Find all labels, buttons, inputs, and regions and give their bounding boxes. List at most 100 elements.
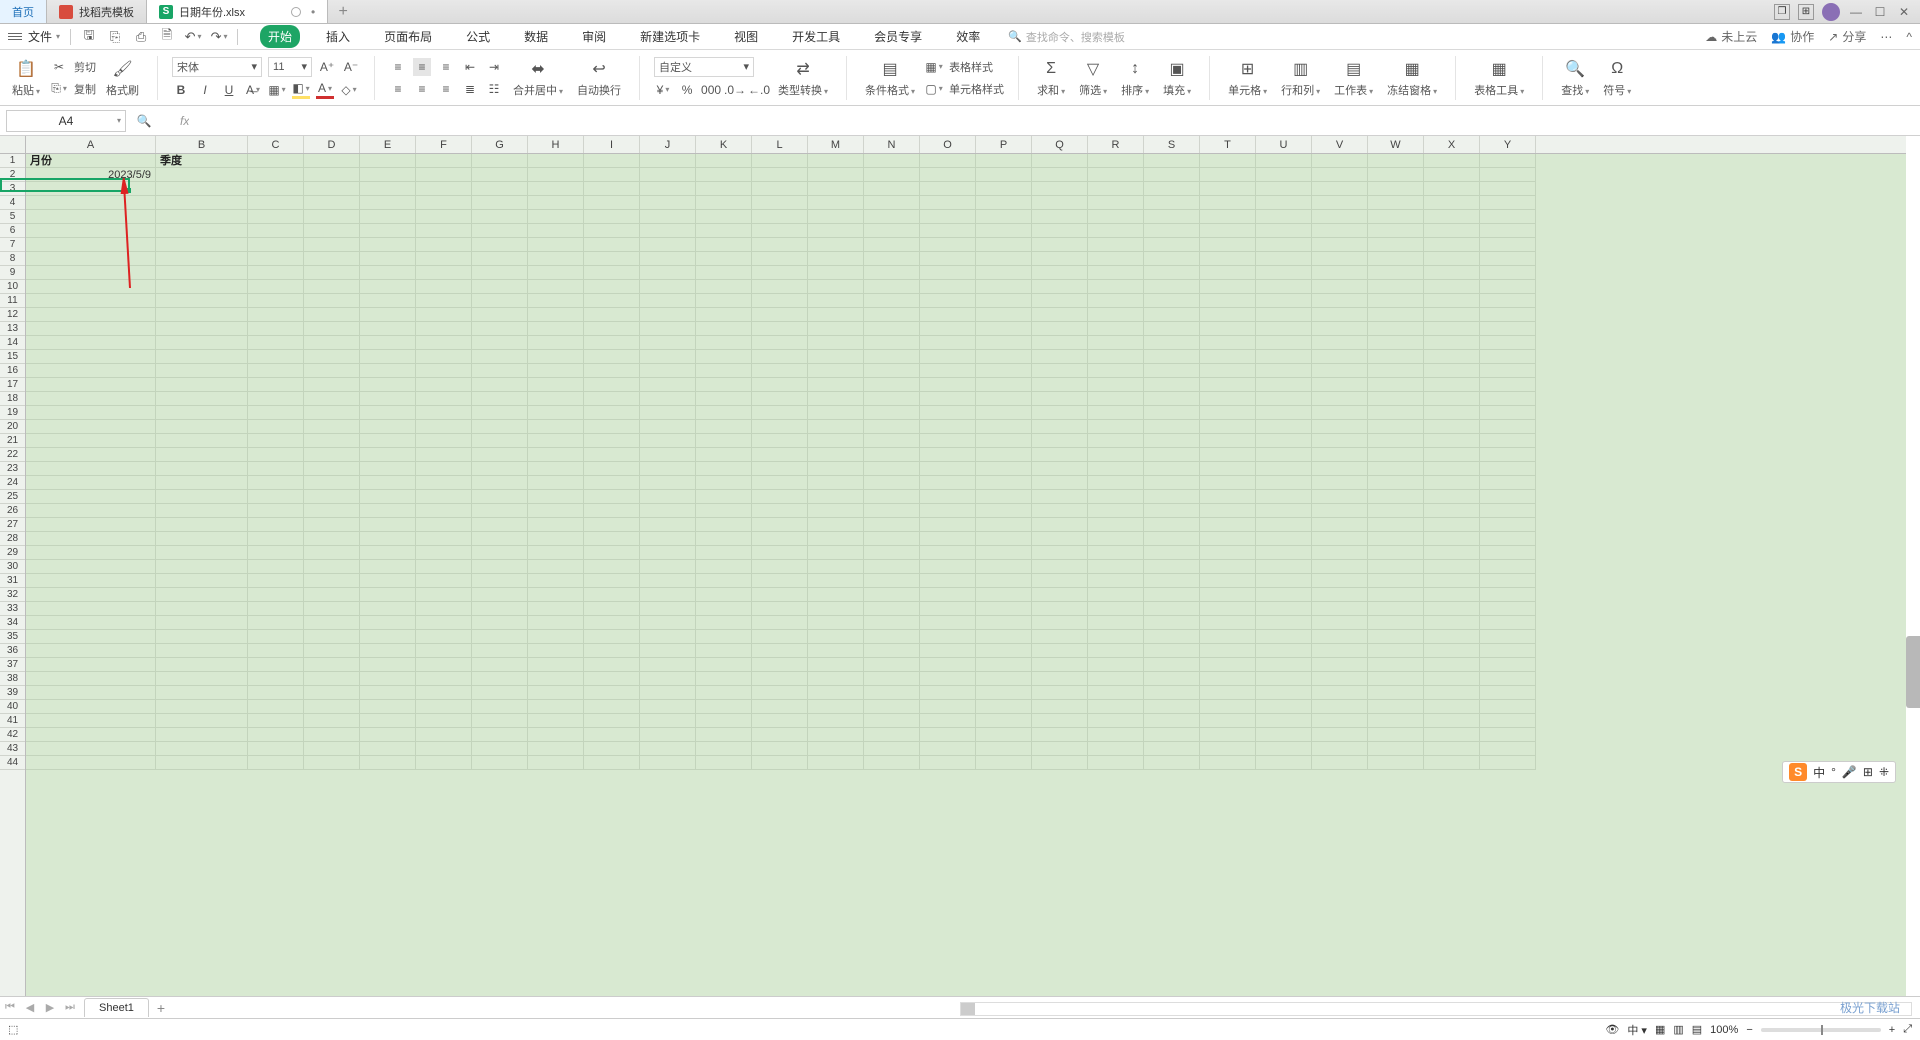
cell-S14[interactable] [1144,336,1200,350]
ribbon-tab-data[interactable]: 数据 [516,25,556,48]
number-format-select[interactable]: 自定义▾ [654,57,754,77]
redo-icon[interactable]: ↷ [211,29,227,45]
cell-J42[interactable] [640,728,696,742]
cell-I39[interactable] [584,686,640,700]
cell-L15[interactable] [752,350,808,364]
cell-W36[interactable] [1368,644,1424,658]
ime-apps-icon[interactable]: ⁜ [1879,765,1889,779]
cell-Y36[interactable] [1480,644,1536,658]
cell-A36[interactable] [26,644,156,658]
cell-R20[interactable] [1088,420,1144,434]
cell-K31[interactable] [696,574,752,588]
cell-L38[interactable] [752,672,808,686]
cell-style-button[interactable]: ▢单元格样式 [925,80,1004,98]
cell-V3[interactable] [1312,182,1368,196]
cell-E19[interactable] [360,406,416,420]
cell-B3[interactable] [156,182,248,196]
row-header-22[interactable]: 22 [0,448,25,462]
cell-N14[interactable] [864,336,920,350]
cell-K33[interactable] [696,602,752,616]
cell-S12[interactable] [1144,308,1200,322]
cn-icon[interactable]: 中 ▾ [1627,1022,1647,1038]
cell-E29[interactable] [360,546,416,560]
row-header-40[interactable]: 40 [0,700,25,714]
cell-M28[interactable] [808,532,864,546]
cell-H30[interactable] [528,560,584,574]
cell-E15[interactable] [360,350,416,364]
cell-I38[interactable] [584,672,640,686]
cell-C21[interactable] [248,434,304,448]
cell-V38[interactable] [1312,672,1368,686]
cell-G39[interactable] [472,686,528,700]
cell-E33[interactable] [360,602,416,616]
cell-I20[interactable] [584,420,640,434]
cell-G17[interactable] [472,378,528,392]
cell-A34[interactable] [26,616,156,630]
cell-Q36[interactable] [1032,644,1088,658]
cell-C9[interactable] [248,266,304,280]
cell-F1[interactable] [416,154,472,168]
cell-F44[interactable] [416,756,472,770]
cell-P38[interactable] [976,672,1032,686]
row-header-44[interactable]: 44 [0,756,25,770]
cell-O3[interactable] [920,182,976,196]
cell-H24[interactable] [528,476,584,490]
cell-V6[interactable] [1312,224,1368,238]
cell-S6[interactable] [1144,224,1200,238]
cell-V44[interactable] [1312,756,1368,770]
cell-N28[interactable] [864,532,920,546]
cell-J33[interactable] [640,602,696,616]
cell-A17[interactable] [26,378,156,392]
ribbon-tab-efficiency[interactable]: 效率 [948,25,988,48]
underline-icon[interactable]: U [220,81,238,99]
row-header-27[interactable]: 27 [0,518,25,532]
cell-S15[interactable] [1144,350,1200,364]
format-painter-button[interactable]: 🖌格式刷 [102,58,143,98]
cell-K11[interactable] [696,294,752,308]
cell-U12[interactable] [1256,308,1312,322]
cell-G9[interactable] [472,266,528,280]
cell-S29[interactable] [1144,546,1200,560]
cell-X37[interactable] [1424,658,1480,672]
cell-G38[interactable] [472,672,528,686]
cell-I5[interactable] [584,210,640,224]
cell-A7[interactable] [26,238,156,252]
cell-E14[interactable] [360,336,416,350]
cell-X19[interactable] [1424,406,1480,420]
cell-A23[interactable] [26,462,156,476]
cell-K1[interactable] [696,154,752,168]
cell-D7[interactable] [304,238,360,252]
hamburger-icon[interactable] [8,33,22,40]
cell-K14[interactable] [696,336,752,350]
cell-H18[interactable] [528,392,584,406]
cell-U17[interactable] [1256,378,1312,392]
cell-P40[interactable] [976,700,1032,714]
cell-Y11[interactable] [1480,294,1536,308]
cell-K37[interactable] [696,658,752,672]
cell-D10[interactable] [304,280,360,294]
cell-C33[interactable] [248,602,304,616]
cell-J19[interactable] [640,406,696,420]
cell-Y40[interactable] [1480,700,1536,714]
row-header-4[interactable]: 4 [0,196,25,210]
cell-W3[interactable] [1368,182,1424,196]
cell-L9[interactable] [752,266,808,280]
cell-B22[interactable] [156,448,248,462]
cell-L39[interactable] [752,686,808,700]
cell-D40[interactable] [304,700,360,714]
cell-W5[interactable] [1368,210,1424,224]
cell-P23[interactable] [976,462,1032,476]
cell-P43[interactable] [976,742,1032,756]
cell-K28[interactable] [696,532,752,546]
cell-H21[interactable] [528,434,584,448]
cell-W19[interactable] [1368,406,1424,420]
cell-Q15[interactable] [1032,350,1088,364]
table-style-button[interactable]: ▦表格样式 [925,58,1004,76]
cell-F31[interactable] [416,574,472,588]
cell-U42[interactable] [1256,728,1312,742]
cell-V33[interactable] [1312,602,1368,616]
cell-E8[interactable] [360,252,416,266]
cell-V41[interactable] [1312,714,1368,728]
cell-I29[interactable] [584,546,640,560]
cell-U13[interactable] [1256,322,1312,336]
